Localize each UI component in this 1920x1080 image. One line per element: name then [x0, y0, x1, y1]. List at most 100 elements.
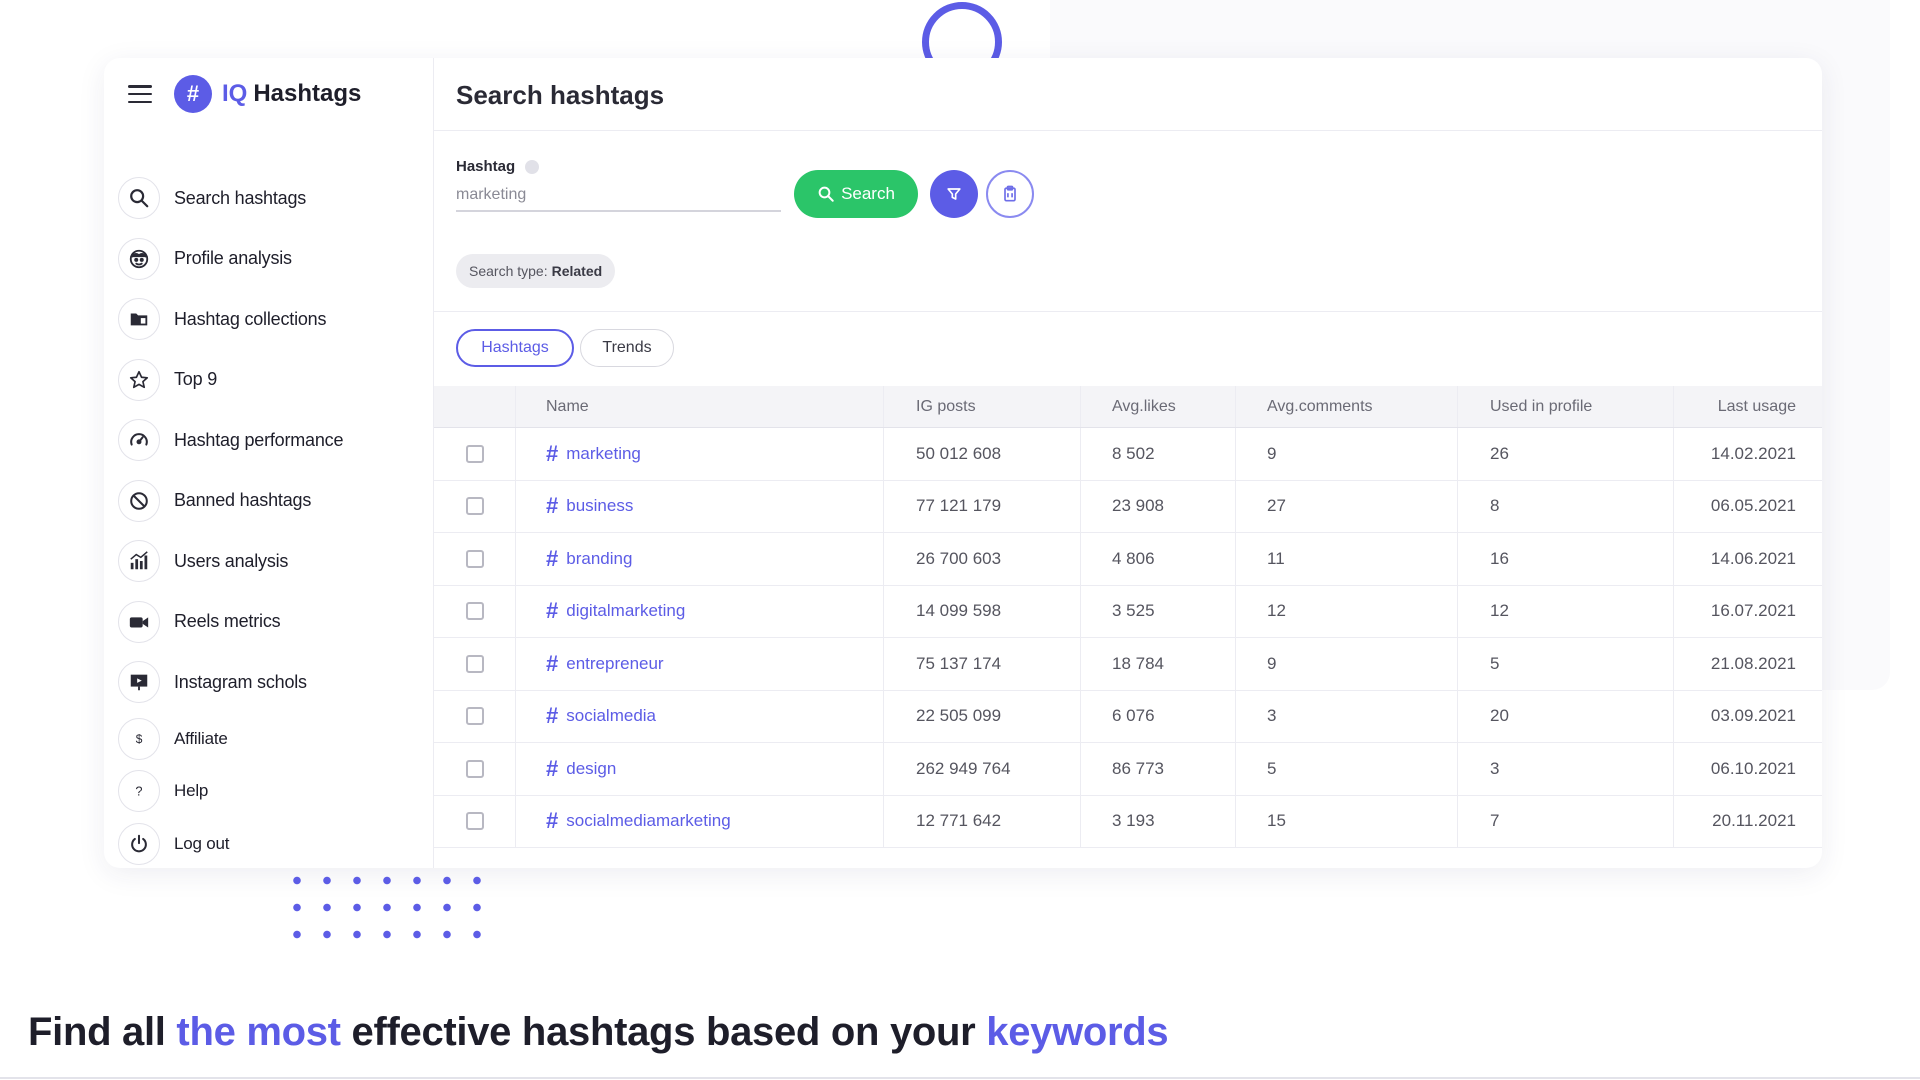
- row-checkbox[interactable]: [465, 812, 484, 831]
- sidebar-item-instagram-schols[interactable]: Instagram schols: [118, 652, 343, 713]
- row-checkbox[interactable]: [465, 602, 484, 621]
- sidebar-item-hashtag-performance[interactable]: Hashtag performance: [118, 410, 343, 471]
- hashtag-input[interactable]: [456, 180, 781, 212]
- avg-comments-cell: 11: [1236, 533, 1458, 585]
- used-in-profile-cell: 12: [1458, 585, 1674, 637]
- table-row[interactable]: # socialmedia 22 505 099 6 076 3 20 03.09.2021: [434, 690, 1822, 743]
- column-header-avg-likes[interactable]: Avg.likes: [1081, 386, 1236, 427]
- hashtag-name-cell: # digitalmarketing: [516, 585, 884, 637]
- row-checkbox[interactable]: [465, 497, 484, 516]
- brand-prefix: IQ: [222, 80, 248, 107]
- ig-posts-cell: 75 137 174: [884, 638, 1081, 690]
- row-checkbox[interactable]: [465, 549, 484, 568]
- table-row[interactable]: # digitalmarketing 14 099 598 3 525 12 12 16.0…: [434, 585, 1822, 638]
- tab-hashtags[interactable]: Hashtags: [456, 329, 574, 367]
- avg-likes-cell: 8 502: [1081, 428, 1236, 480]
- hashtag-link[interactable]: # design: [546, 756, 616, 782]
- column-header-avg-comments[interactable]: Avg.comments: [1236, 386, 1458, 427]
- hashtag-name: design: [566, 758, 617, 778]
- table-row[interactable]: # design 262 949 764 86 773 5 3 06.10.2021: [434, 743, 1822, 796]
- row-checkbox[interactable]: [465, 759, 484, 778]
- avg-likes-cell: 18 784: [1081, 638, 1236, 690]
- hashtag-link[interactable]: # socialmediamarketing: [546, 808, 731, 834]
- last-usage-cell: 14.06.2021: [1710, 548, 1796, 568]
- table-row[interactable]: # business 77 121 179 23 908 27 8 06.05.2021: [434, 480, 1822, 533]
- hashtag-link[interactable]: # entrepreneur: [546, 651, 664, 677]
- used-in-profile-cell: 20: [1458, 690, 1674, 742]
- sidebar-item-log-out[interactable]: Log out: [118, 818, 343, 869]
- hashtag-link[interactable]: # socialmedia: [546, 703, 656, 729]
- help-icon: ?: [118, 770, 160, 813]
- sidebar-item-help[interactable]: ? Help: [118, 765, 343, 818]
- decorative-dot-grid: [282, 867, 482, 947]
- page-title: Search hashtags: [456, 80, 665, 110]
- hashtag-name-cell: # socialmedia: [516, 690, 884, 742]
- sidebar-item-reels-metrics[interactable]: Reels metrics: [118, 592, 343, 653]
- hashtag-link[interactable]: # branding: [546, 546, 632, 572]
- avg-likes-cell: 3 525: [1081, 585, 1236, 637]
- sidebar-item-banned-hashtags[interactable]: Banned hashtags: [118, 471, 343, 532]
- star-icon: [118, 358, 160, 401]
- hashtag-link[interactable]: # marketing: [546, 441, 641, 467]
- column-header-ig-posts[interactable]: IG posts: [884, 386, 1081, 427]
- avg-comments-cell: 9: [1236, 638, 1458, 690]
- column-header-name[interactable]: Name: [516, 386, 884, 427]
- hashtag-icon: #: [546, 703, 559, 729]
- table-row[interactable]: # branding 26 700 603 4 806 11 16 14.06.2021: [434, 533, 1822, 586]
- hashtag-link[interactable]: # digitalmarketing: [546, 598, 685, 624]
- hashtag-icon: #: [546, 545, 559, 571]
- ban-icon: [118, 479, 160, 522]
- row-select-cell: [434, 638, 516, 690]
- sidebar-item-label: Hashtag performance: [174, 429, 344, 450]
- clipboard-icon: [1004, 185, 1016, 202]
- row-select-cell: [434, 533, 516, 585]
- hashtag-field-label: Hashtag: [456, 158, 540, 175]
- svg-text:$: $: [136, 732, 143, 746]
- sidebar-item-hashtag-collections[interactable]: Hashtag collections: [118, 289, 343, 350]
- column-header-last-usage[interactable]: Last usage: [1674, 386, 1822, 427]
- hashtag-name-cell: # branding: [516, 533, 884, 585]
- sidebar-item-affiliate[interactable]: $ Affiliate: [118, 713, 343, 766]
- bar-chart-icon: [118, 540, 160, 583]
- sidebar-item-users-analysis[interactable]: Users analysis: [118, 531, 343, 592]
- marketing-headline: Find all the most effective hashtags bas…: [28, 1010, 1169, 1055]
- headline-accent-2: keywords: [986, 1010, 1169, 1054]
- headline-accent-1: the most: [176, 1010, 341, 1054]
- search-button[interactable]: Search: [794, 170, 918, 218]
- table-row[interactable]: # socialmediamarketing 12 771 642 3 193 15 7 2…: [434, 795, 1822, 848]
- bottom-divider: [0, 1077, 1920, 1079]
- main-content: Search hashtags Hashtag Search Search ty…: [434, 58, 1822, 868]
- column-header-used-in-profile[interactable]: Used in profile: [1458, 386, 1674, 427]
- row-checkbox[interactable]: [465, 444, 484, 463]
- headline-part-1: Find all: [28, 1010, 177, 1054]
- row-checkbox[interactable]: [465, 654, 484, 673]
- avg-comments-cell: 9: [1236, 428, 1458, 480]
- clipboard-button[interactable]: [986, 170, 1034, 218]
- hashtag-name-cell: # business: [516, 480, 884, 532]
- folder-icon: [118, 298, 160, 341]
- last-usage-cell: 06.05.2021: [1710, 496, 1796, 516]
- tab-trends[interactable]: Trends: [580, 329, 674, 367]
- row-checkbox[interactable]: [465, 707, 484, 726]
- table-row[interactable]: # entrepreneur 75 137 174 18 784 9 5 21.08.202…: [434, 638, 1822, 691]
- last-usage-cell: 06.10.2021: [1710, 758, 1796, 778]
- filter-button[interactable]: [930, 170, 978, 218]
- ig-posts-cell: 77 121 179: [884, 480, 1081, 532]
- search-type-chip: Search type: Related: [456, 254, 616, 288]
- table-row[interactable]: # marketing 50 012 608 8 502 9 26 14.02.2021: [434, 428, 1822, 481]
- menu-icon[interactable]: [128, 85, 152, 103]
- avg-comments-cell: 15: [1236, 795, 1458, 847]
- row-select-cell: [434, 743, 516, 795]
- avg-likes-cell: 4 806: [1081, 533, 1236, 585]
- hashtag-name: digitalmarketing: [566, 601, 686, 621]
- sidebar-item-label: Affiliate: [174, 728, 228, 748]
- hashtag-link[interactable]: # business: [546, 493, 633, 519]
- svg-text:?: ?: [135, 784, 142, 799]
- info-icon[interactable]: [525, 159, 540, 174]
- sidebar-item-top-9[interactable]: Top 9: [118, 350, 343, 411]
- search-icon: [818, 186, 834, 202]
- sidebar-item-search-hashtags[interactable]: Search hashtags: [118, 168, 343, 229]
- row-select-cell: [434, 795, 516, 847]
- sidebar-item-profile-analysis[interactable]: Profile analysis: [118, 229, 343, 290]
- row-select-cell: [434, 480, 516, 532]
